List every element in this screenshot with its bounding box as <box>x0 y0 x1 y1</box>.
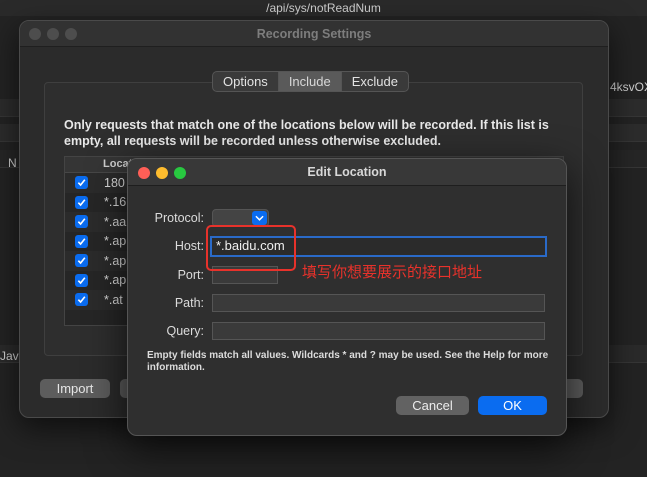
checkbox-checked-icon[interactable] <box>75 176 88 190</box>
background-title-bar: /api/sys/notReadNum <box>0 0 647 16</box>
import-button[interactable]: Import <box>40 379 110 398</box>
background-text-fragment: Jav <box>0 349 19 363</box>
location-text: 180 <box>104 175 125 190</box>
window-title: Recording Settings <box>256 27 372 41</box>
checkbox-checked-icon[interactable] <box>75 234 88 248</box>
location-text: *.at <box>104 292 123 307</box>
path-label: Path: <box>174 296 204 310</box>
dialog-title-bar: Edit Location <box>128 159 566 186</box>
window-title-bar: Recording Settings <box>20 21 608 47</box>
highlight-box <box>206 225 296 271</box>
include-description: Only requests that match one of the loca… <box>64 118 549 148</box>
location-text: *.ap <box>104 273 127 288</box>
query-input[interactable] <box>212 322 545 340</box>
remove-button[interactable] <box>566 379 583 398</box>
path-input[interactable] <box>212 294 545 312</box>
checkbox-checked-icon[interactable] <box>75 195 88 209</box>
checkbox-checked-icon[interactable] <box>75 215 88 229</box>
query-label: Query: <box>166 324 204 338</box>
location-text: *.aa <box>104 214 127 229</box>
cancel-button[interactable]: Cancel <box>396 396 469 415</box>
port-label: Port: <box>177 268 204 282</box>
dialog-title: Edit Location <box>307 165 387 179</box>
edit-location-dialog: Edit Location Protocol: Host: *.baidu.co… <box>127 158 567 436</box>
host-label: Host: <box>174 239 204 253</box>
background-text-fragment: 4ksvOX <box>610 80 647 94</box>
tab-include[interactable]: Include <box>278 72 342 91</box>
checkbox-checked-icon[interactable] <box>75 273 88 287</box>
annotation-text: 填写你想要展示的接口地址 <box>302 263 483 281</box>
ok-button[interactable]: OK <box>478 396 547 415</box>
location-text: *.ap <box>104 234 127 249</box>
background-text-fragment: N <box>8 156 17 170</box>
chevron-down-icon <box>252 211 267 225</box>
location-text: *.16 <box>104 195 127 210</box>
settings-tabs: Options Include Exclude <box>212 71 409 92</box>
tab-options[interactable]: Options <box>213 72 279 91</box>
tab-exclude[interactable]: Exclude <box>342 72 408 91</box>
protocol-label: Protocol: <box>154 211 204 225</box>
wildcard-help-note: Empty fields match all values. Wildcards… <box>147 350 549 373</box>
location-text: *.ap <box>104 253 127 268</box>
checkbox-checked-icon[interactable] <box>75 293 88 307</box>
background-title: /api/sys/notReadNum <box>266 1 381 15</box>
checkbox-checked-icon[interactable] <box>75 254 88 268</box>
